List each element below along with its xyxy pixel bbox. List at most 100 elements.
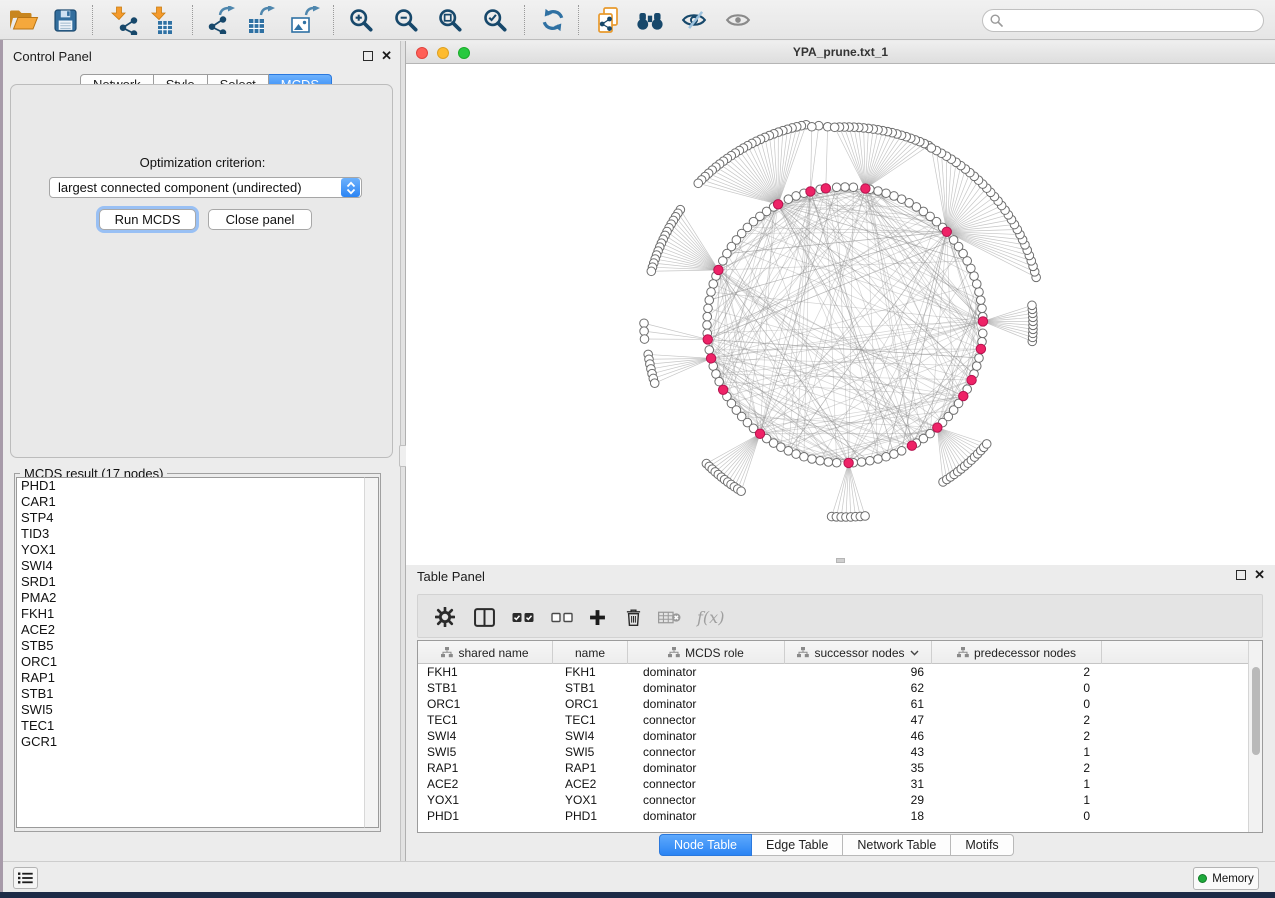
memory-button[interactable]: Memory: [1193, 867, 1259, 890]
search-text[interactable]: [1007, 14, 1247, 28]
cytoscape-window: Control Panel ✕ Network Style Select MCD…: [0, 0, 1275, 898]
mcds-result-item[interactable]: FKH1: [17, 606, 364, 622]
column-header-mcds-role[interactable]: MCDS role: [628, 641, 785, 664]
split-columns-button[interactable]: [474, 604, 495, 630]
delete-table-icon: [658, 610, 681, 625]
zoom-selected-button[interactable]: [479, 6, 511, 34]
table-row[interactable]: PHD1PHD1dominator180: [418, 808, 1249, 824]
delete-column-button[interactable]: [625, 604, 642, 630]
select-all-button[interactable]: [512, 604, 534, 630]
zoom-fit-icon: [438, 8, 462, 32]
tab-node-table[interactable]: Node Table: [659, 834, 752, 856]
import-table-button[interactable]: [146, 6, 178, 34]
mcds-result-item[interactable]: SWI5: [17, 702, 364, 718]
table-row[interactable]: YOX1YOX1connector291: [418, 792, 1249, 808]
export-network-button[interactable]: [206, 6, 238, 34]
table-row[interactable]: SWI5SWI5connector431: [418, 744, 1249, 760]
table-row[interactable]: TEC1TEC1connector472: [418, 712, 1249, 728]
unchecked-boxes-icon: [551, 611, 573, 624]
table-row[interactable]: ORC1ORC1dominator610: [418, 696, 1249, 712]
column-settings-button[interactable]: [435, 604, 455, 630]
table-row[interactable]: STB1STB1dominator620: [418, 680, 1249, 696]
function-builder-button[interactable]: f(x): [697, 604, 724, 630]
mcds-result-item[interactable]: STP4: [17, 510, 364, 526]
table-cell: SWI4: [418, 728, 553, 744]
table-tabs: Node Table Edge Table Network Table Moti…: [659, 834, 1014, 856]
mcds-result-item[interactable]: GCR1: [17, 734, 364, 750]
table-row[interactable]: FKH1FKH1dominator962: [418, 664, 1249, 680]
tab-network-table[interactable]: Network Table: [843, 834, 951, 856]
float-panel-icon[interactable]: [363, 51, 373, 61]
table-cell: ACE2: [418, 776, 553, 792]
deselect-all-button[interactable]: [551, 604, 573, 630]
mcds-result-item[interactable]: STB5: [17, 638, 364, 654]
mcds-result-item[interactable]: ACE2: [17, 622, 364, 638]
table-cell: 43: [785, 744, 932, 760]
zoom-in-button[interactable]: [345, 6, 377, 34]
canvas-grip[interactable]: [836, 558, 845, 563]
add-column-button[interactable]: [589, 604, 606, 630]
export-table-button[interactable]: [245, 6, 277, 34]
mcds-result-item[interactable]: TID3: [17, 526, 364, 542]
table-cell: 96: [785, 664, 932, 680]
network-view-window: YPA_prune.txt_1: [406, 41, 1275, 565]
run-mcds-button[interactable]: Run MCDS: [99, 209, 196, 230]
refresh-layout-button[interactable]: [537, 6, 569, 34]
node-table-header: shared name name MCDS role successor nod…: [418, 641, 1249, 664]
delete-table-button[interactable]: [658, 604, 681, 630]
table-cell: [1102, 808, 1249, 824]
table-cell: [1102, 712, 1249, 728]
network-graph[interactable]: [406, 64, 1275, 565]
mcds-result-item[interactable]: YOX1: [17, 542, 364, 558]
mcds-result-item[interactable]: ORC1: [17, 654, 364, 670]
mcds-result-list[interactable]: PHD1CAR1STP4TID3YOX1SWI4SRD1PMA2FKH1ACE2…: [16, 477, 364, 828]
mcds-list-scrollbar[interactable]: [364, 477, 379, 828]
close-panel-icon[interactable]: ✕: [381, 51, 392, 61]
zoom-fit-button[interactable]: [434, 6, 466, 34]
find-button[interactable]: [634, 6, 666, 34]
mcds-result-item[interactable]: TEC1: [17, 718, 364, 734]
hide-selected-button[interactable]: [678, 6, 710, 34]
duplicate-network-button[interactable]: [592, 6, 624, 34]
mcds-result-item[interactable]: PHD1: [17, 478, 364, 494]
column-header-predecessor-nodes[interactable]: predecessor nodes: [932, 641, 1102, 664]
close-table-panel-icon[interactable]: ✕: [1254, 570, 1265, 580]
show-all-button[interactable]: [722, 6, 754, 34]
task-history-button[interactable]: [13, 867, 38, 889]
table-row[interactable]: SWI4SWI4dominator462: [418, 728, 1249, 744]
tab-edge-table[interactable]: Edge Table: [752, 834, 843, 856]
close-panel-button[interactable]: Close panel: [208, 209, 312, 230]
search-input[interactable]: [982, 9, 1264, 32]
zoom-out-button[interactable]: [390, 6, 422, 34]
mcds-result-item[interactable]: CAR1: [17, 494, 364, 510]
network-canvas[interactable]: [406, 64, 1275, 565]
float-table-panel-icon[interactable]: [1236, 570, 1246, 580]
mcds-result-item[interactable]: PMA2: [17, 590, 364, 606]
table-row[interactable]: RAP1RAP1dominator352: [418, 760, 1249, 776]
search-icon: [990, 14, 1003, 27]
tab-motifs[interactable]: Motifs: [951, 834, 1013, 856]
table-cell: YOX1: [418, 792, 553, 808]
table-scrollbar[interactable]: [1248, 641, 1262, 832]
import-network-icon: [111, 6, 138, 35]
export-table-icon: [247, 6, 275, 34]
table-cell: 62: [785, 680, 932, 696]
table-cell: TEC1: [418, 712, 553, 728]
mcds-result-item[interactable]: STB1: [17, 686, 364, 702]
mcds-result-item[interactable]: RAP1: [17, 670, 364, 686]
column-header-successor-nodes[interactable]: successor nodes: [785, 641, 932, 664]
table-scrollbar-thumb[interactable]: [1252, 667, 1260, 755]
mcds-result-item[interactable]: SRD1: [17, 574, 364, 590]
column-header-shared-name[interactable]: shared name: [418, 641, 553, 664]
table-cell: 0: [932, 808, 1102, 824]
optimization-criterion-select[interactable]: largest connected component (undirected): [49, 177, 362, 198]
export-image-button[interactable]: [289, 6, 321, 34]
table-row[interactable]: ACE2ACE2connector311: [418, 776, 1249, 792]
plus-icon: [589, 609, 606, 626]
table-cell: FKH1: [418, 664, 553, 680]
column-header-name[interactable]: name: [553, 641, 628, 664]
save-session-button[interactable]: [49, 6, 81, 34]
mcds-result-item[interactable]: SWI4: [17, 558, 364, 574]
open-file-button[interactable]: [8, 6, 40, 34]
import-network-button[interactable]: [108, 6, 140, 34]
